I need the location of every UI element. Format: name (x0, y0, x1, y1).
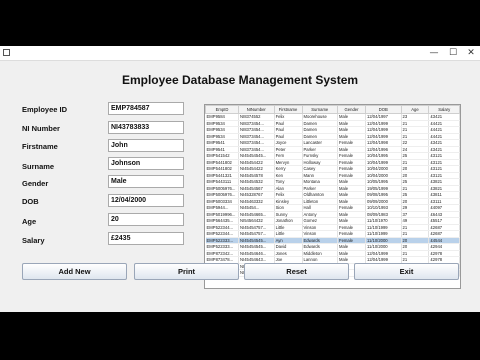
column-header[interactable]: NINumber (238, 105, 275, 114)
close-button[interactable]: ✕ (463, 46, 479, 60)
dob-label: DOB (22, 197, 39, 206)
column-header[interactable]: Surname (301, 105, 339, 114)
reset-button[interactable]: Reset (244, 263, 349, 280)
ni-number-label: NI Number (22, 124, 60, 133)
title-bar: — ☐ ✕ (0, 46, 480, 61)
column-header[interactable]: Age (400, 105, 430, 114)
gender-label: Gender (22, 179, 49, 188)
salary-field[interactable]: £2435 (108, 232, 184, 245)
age-field[interactable]: 20 (108, 213, 184, 226)
employee-id-field[interactable]: EMP784587 (108, 102, 184, 115)
age-label: Age (22, 217, 37, 226)
salary-label: Salary (22, 236, 45, 245)
ni-number-field[interactable]: NI43783833 (108, 121, 184, 134)
firstname-label: Firstname (22, 142, 58, 151)
column-header[interactable]: EmpID (205, 105, 240, 114)
dob-field[interactable]: 12/04/2000 (108, 194, 184, 207)
firstname-field[interactable]: John (108, 139, 184, 152)
table-cell: EMP5005976... (205, 191, 240, 199)
employee-id-label: Employee ID (22, 105, 68, 114)
table-cell: EMP5005976... (205, 185, 240, 192)
column-header[interactable]: Firstname (273, 105, 303, 114)
gender-field[interactable]: Male (108, 175, 184, 188)
exit-button[interactable]: Exit (354, 263, 459, 280)
page-title: Employee Database Management System (121, 73, 359, 87)
surname-label: Surname (22, 162, 55, 171)
table-cell: EMP5019996... (205, 211, 240, 218)
column-header[interactable]: Gender (337, 105, 366, 114)
column-header[interactable]: DOB (364, 105, 402, 114)
table-header-row: EmpID NINumber Firstname Surname Gender … (205, 105, 460, 114)
print-button[interactable]: Print (134, 263, 239, 280)
column-header[interactable]: Salary (428, 105, 460, 114)
app-icon (3, 49, 10, 56)
app-window: — ☐ ✕ Employee Database Management Syste… (0, 46, 480, 312)
employee-table[interactable]: EmpID NINumber Firstname Surname Gender … (204, 104, 461, 289)
add-new-button[interactable]: Add New (22, 263, 127, 280)
minimize-button[interactable]: — (426, 46, 442, 60)
surname-field[interactable]: Johnson (108, 157, 184, 170)
maximize-button[interactable]: ☐ (445, 46, 461, 60)
